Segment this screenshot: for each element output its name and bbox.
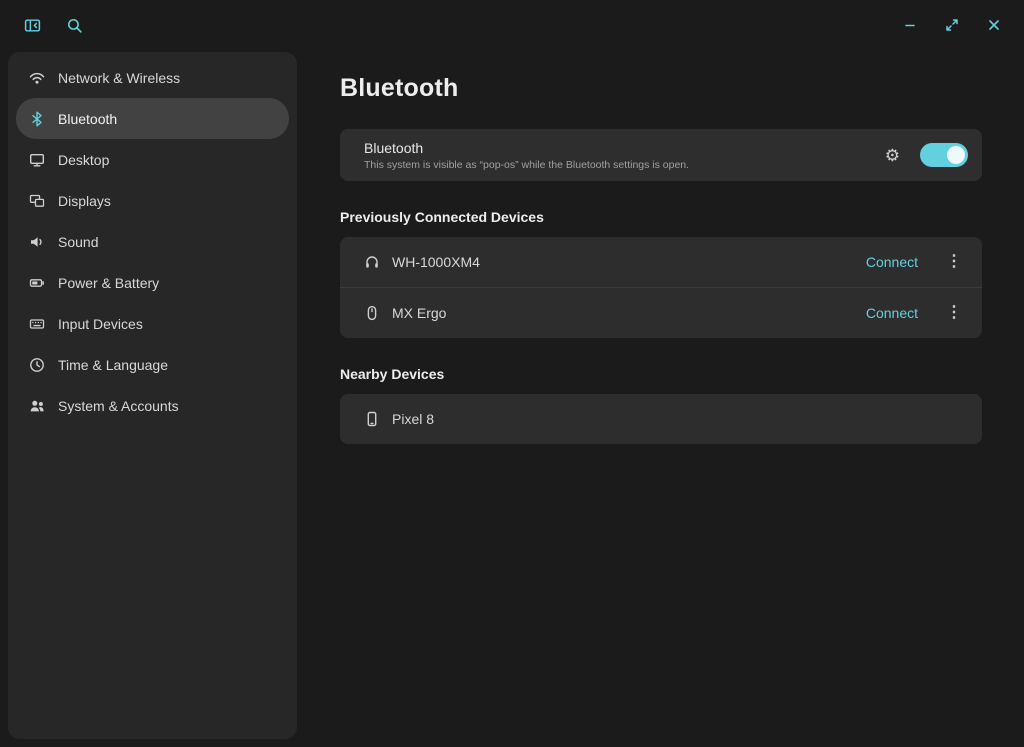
sidebar-item-system-accounts[interactable]: System & Accounts [16,385,289,426]
sidebar-item-sound[interactable]: Sound [16,221,289,262]
bluetooth-card-actions: ⚙ [881,143,968,168]
bluetooth-card-text: Bluetooth This system is visible as “pop… [364,140,689,171]
minimize-button[interactable] [894,9,926,41]
sidebar-toggle-button[interactable] [16,9,48,41]
sidebar-item-label: Input Devices [58,316,143,332]
search-button[interactable] [58,9,90,41]
sidebar-item-input-devices[interactable]: Input Devices [16,303,289,344]
search-icon [66,17,83,34]
previously-connected-heading: Previously Connected Devices [340,209,982,225]
minimize-icon [902,17,918,33]
device-menu-button[interactable]: ⋮ [940,248,968,276]
speaker-icon [29,234,45,250]
page-title: Bluetooth [340,74,982,103]
sidebar-item-time-language[interactable]: Time & Language [16,344,289,385]
device-row-pixel-8[interactable]: Pixel 8 [340,394,982,444]
bluetooth-card-subtitle: This system is visible as “pop-os” while… [364,159,689,171]
main-content: Bluetooth Bluetooth This system is visib… [297,50,1024,747]
nearby-devices-list: Pixel 8 [340,394,982,444]
sidebar-item-network-wireless[interactable]: Network & Wireless [16,57,289,98]
displays-icon [29,193,45,209]
mouse-icon [364,305,380,321]
users-icon [29,398,45,414]
app-body: Network & Wireless Bluetooth Deskto [0,50,1024,747]
window-controls [894,9,1010,41]
wifi-icon [29,70,45,86]
keyboard-icon [29,316,45,332]
sidebar-item-label: Displays [58,193,111,209]
previously-connected-list: WH-1000XM4 Connect ⋮ MX Ergo [340,237,982,338]
toggle-knob [947,146,965,164]
bluetooth-icon [29,111,45,127]
nearby-devices-heading: Nearby Devices [340,366,982,382]
bluetooth-toggle[interactable] [920,143,968,167]
sidebar-item-power-battery[interactable]: Power & Battery [16,262,289,303]
sidebar-item-label: Bluetooth [58,111,117,127]
desktop-icon [29,152,45,168]
device-name: MX Ergo [392,305,446,321]
sidebar-item-label: System & Accounts [58,398,179,414]
gear-icon: ⚙ [885,146,900,165]
maximize-icon [944,17,960,33]
maximize-button[interactable] [936,9,968,41]
overflow-menu-icon: ⋮ [946,253,962,270]
settings-window: Network & Wireless Bluetooth Deskto [0,0,1024,747]
overflow-menu-icon: ⋮ [946,304,962,321]
device-name: WH-1000XM4 [392,254,480,270]
sidebar-toggle-icon [24,17,41,34]
sidebar-item-label: Network & Wireless [58,70,180,86]
device-name: Pixel 8 [392,411,434,427]
close-button[interactable] [978,9,1010,41]
sidebar-item-bluetooth[interactable]: Bluetooth [16,98,289,139]
phone-icon [364,411,380,427]
battery-icon [29,275,45,291]
bluetooth-settings-card: Bluetooth This system is visible as “pop… [340,129,982,181]
titlebar-left [16,9,90,41]
headphones-icon [364,254,380,270]
sidebar: Network & Wireless Bluetooth Deskto [8,52,297,739]
sidebar-item-label: Desktop [58,152,109,168]
bluetooth-options-button[interactable]: ⚙ [881,143,904,168]
bluetooth-card-title: Bluetooth [364,140,689,156]
sidebar-item-label: Power & Battery [58,275,159,291]
close-icon [986,17,1002,33]
connect-button[interactable]: Connect [866,254,918,270]
device-row-mx-ergo: MX Ergo Connect ⋮ [340,288,982,338]
clock-icon [29,357,45,373]
connect-button[interactable]: Connect [866,305,918,321]
device-row-wh1000xm4: WH-1000XM4 Connect ⋮ [340,237,982,287]
titlebar [0,0,1024,50]
sidebar-item-label: Sound [58,234,98,250]
device-menu-button[interactable]: ⋮ [940,299,968,327]
sidebar-item-label: Time & Language [58,357,168,373]
sidebar-item-displays[interactable]: Displays [16,180,289,221]
sidebar-item-desktop[interactable]: Desktop [16,139,289,180]
